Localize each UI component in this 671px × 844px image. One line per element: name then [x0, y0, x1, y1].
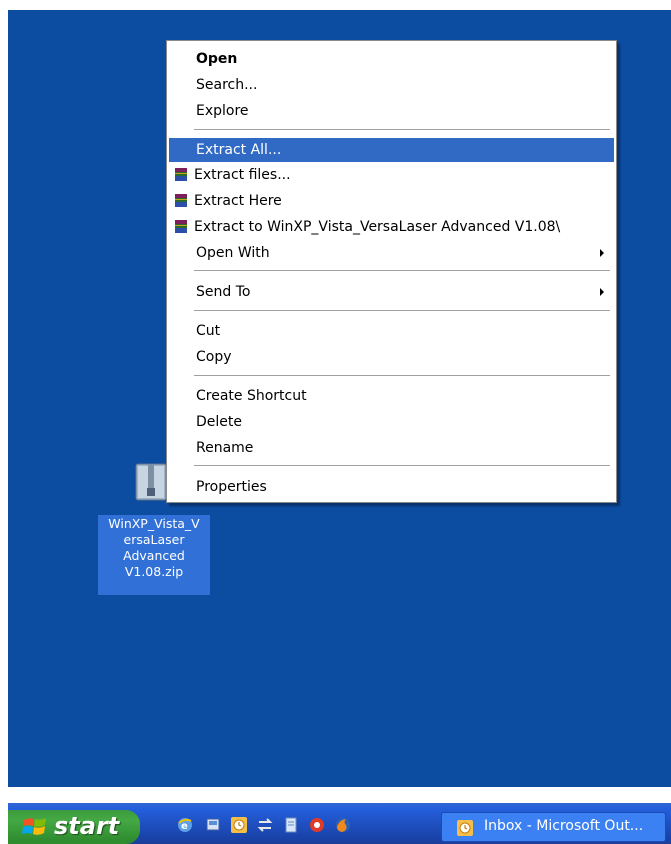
winrar-icon [175, 194, 187, 207]
menu-item-cut[interactable]: Cut [169, 319, 614, 343]
menu-item-copy[interactable]: Copy [169, 345, 614, 369]
menu-item-label: Rename [196, 440, 254, 456]
taskbar: start e Inbox - Microsoft Out... [8, 803, 671, 844]
context-menu: Open Search... Explore Extract All... Ex… [166, 40, 617, 503]
menu-item-open-with[interactable]: Open With [169, 241, 614, 265]
windows-logo-icon [22, 818, 46, 835]
menu-separator [194, 465, 610, 466]
menu-item-label: Send To [196, 284, 251, 300]
menu-item-extract-here[interactable]: Extract Here [169, 189, 614, 213]
menu-item-label: Delete [196, 414, 242, 430]
menu-item-extract-to-folder[interactable]: Extract to WinXP_Vista_VersaLaser Advanc… [169, 215, 614, 239]
start-button[interactable]: start [8, 810, 140, 844]
ie-icon[interactable]: e [176, 816, 194, 834]
submenu-arrow-icon [600, 288, 604, 296]
menu-item-properties[interactable]: Properties [169, 475, 614, 499]
menu-separator [194, 129, 610, 130]
taskbar-button-inbox[interactable]: Inbox - Microsoft Out... [441, 812, 666, 842]
outlook-icon[interactable] [230, 816, 248, 834]
menu-item-label: Copy [196, 349, 232, 365]
firefox-icon[interactable] [334, 816, 352, 834]
menu-item-extract-files[interactable]: Extract files... [169, 163, 614, 187]
menu-item-send-to[interactable]: Send To [169, 280, 614, 304]
menu-item-rename[interactable]: Rename [169, 436, 614, 460]
menu-item-label: Extract All... [196, 142, 282, 158]
start-label: start [54, 812, 120, 840]
menu-item-label: Open With [196, 245, 270, 261]
menu-item-label: Extract Here [194, 193, 282, 209]
menu-item-label: Cut [196, 323, 221, 339]
menu-separator [194, 375, 610, 376]
menu-item-explore[interactable]: Explore [169, 99, 614, 123]
menu-item-open[interactable]: Open [169, 47, 614, 71]
winrar-icon [175, 168, 187, 181]
submenu-arrow-icon [600, 249, 604, 257]
desktop-file-label[interactable]: WinXP_Vista_V ersaLaser Advanced V1.08.z… [98, 515, 210, 595]
sync-icon[interactable] [256, 816, 274, 834]
menu-item-label: Explore [196, 103, 249, 119]
menu-item-extract-all[interactable]: Extract All... [169, 138, 614, 162]
outlook-icon [457, 820, 473, 836]
winrar-icon [175, 220, 187, 233]
media-icon[interactable] [308, 816, 326, 834]
menu-item-delete[interactable]: Delete [169, 410, 614, 434]
menu-item-create-shortcut[interactable]: Create Shortcut [169, 384, 614, 408]
menu-item-label: Create Shortcut [196, 388, 307, 404]
notepad-icon[interactable] [282, 816, 300, 834]
menu-item-label: Search... [196, 77, 258, 93]
svg-text:e: e [181, 821, 188, 832]
menu-item-label: Extract files... [194, 167, 291, 183]
menu-item-label: Properties [196, 479, 267, 495]
menu-item-search[interactable]: Search... [169, 73, 614, 97]
menu-separator [194, 270, 610, 271]
menu-separator [194, 310, 610, 311]
menu-item-label: Extract to WinXP_Vista_VersaLaser Advanc… [194, 219, 561, 235]
taskbar-button-label: Inbox - Microsoft Out... [484, 818, 644, 834]
show-desktop-icon[interactable] [204, 816, 222, 834]
menu-item-label: Open [196, 51, 238, 67]
